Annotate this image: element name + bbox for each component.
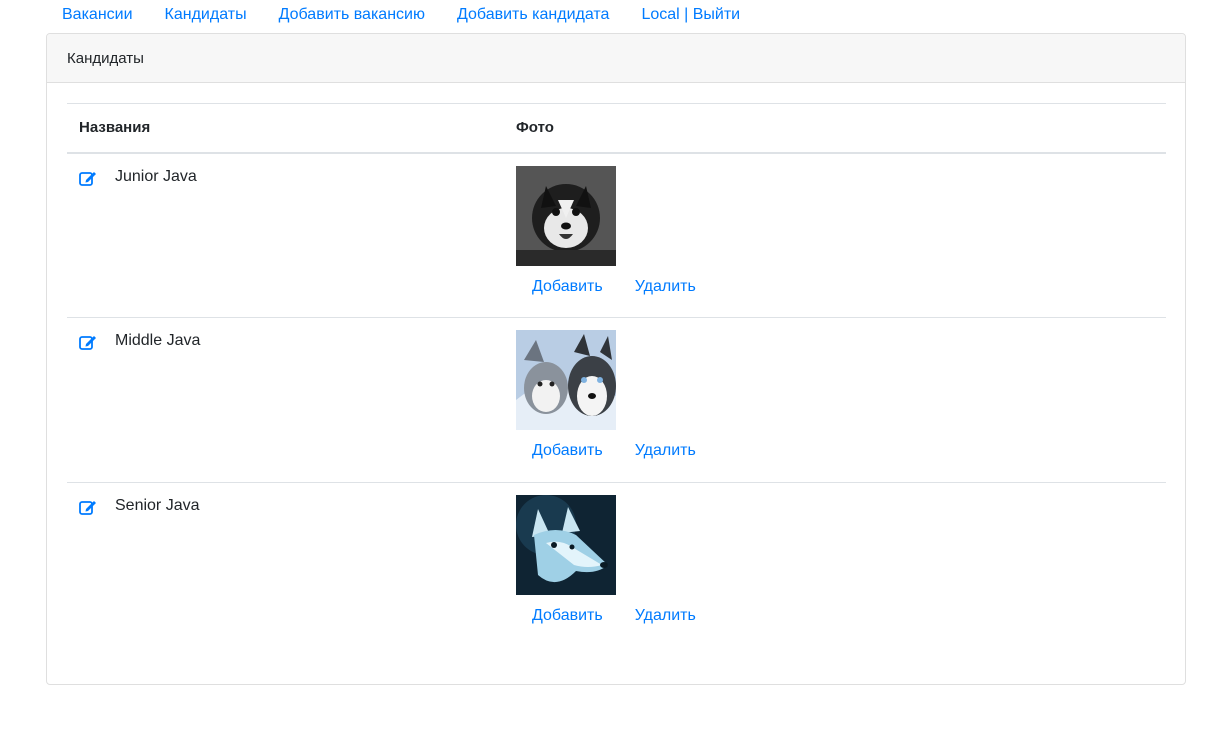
edit-icon[interactable] bbox=[79, 499, 97, 515]
card-title: Кандидаты bbox=[67, 49, 144, 67]
candidates-card: Кандидаты Названия Фото Junior Java Доба… bbox=[46, 33, 1186, 685]
header-name: Названия bbox=[67, 103, 504, 154]
nav-candidates-link[interactable]: Кандидаты bbox=[149, 1, 263, 29]
table-row: Middle Java Добавить Удалить bbox=[67, 317, 1166, 483]
edit-icon[interactable] bbox=[79, 334, 97, 350]
delete-photo-link[interactable]: Удалить bbox=[635, 605, 696, 627]
table-row: Junior Java Добавить Удалить bbox=[67, 152, 1166, 318]
nav-add-vacancy-link[interactable]: Добавить вакансию bbox=[263, 1, 441, 29]
nav-add-candidate-link[interactable]: Добавить кандидата bbox=[441, 1, 625, 29]
nav-logout-link[interactable]: Local | Выйти bbox=[625, 1, 756, 29]
table-header-row: Названия Фото bbox=[67, 103, 1166, 154]
nav-vacancies-link[interactable]: Вакансии bbox=[46, 1, 149, 29]
two-huskies-photo bbox=[516, 330, 616, 430]
add-photo-link[interactable]: Добавить bbox=[532, 605, 603, 627]
add-photo-link[interactable]: Добавить bbox=[532, 276, 603, 298]
candidates-table: Названия Фото Junior Java Добавить Удали… bbox=[67, 103, 1166, 648]
edit-icon[interactable] bbox=[79, 170, 97, 186]
add-photo-link[interactable]: Добавить bbox=[532, 440, 603, 462]
delete-photo-link[interactable]: Удалить bbox=[635, 276, 696, 298]
table-row: Senior Java Добавить Удалить bbox=[67, 483, 1166, 648]
card-body: Названия Фото Junior Java Добавить Удали… bbox=[47, 83, 1185, 668]
candidate-name: Senior Java bbox=[115, 497, 200, 514]
blue-wolf-photo bbox=[516, 495, 616, 595]
candidate-name: Middle Java bbox=[115, 332, 201, 349]
delete-photo-link[interactable]: Удалить bbox=[635, 440, 696, 462]
candidate-name: Junior Java bbox=[115, 167, 197, 185]
top-navigation: Вакансии Кандидаты Добавить вакансию Доб… bbox=[46, 0, 756, 30]
husky-puppy-photo bbox=[516, 165, 616, 266]
header-photo: Фото bbox=[504, 103, 1166, 154]
card-header: Кандидаты bbox=[47, 34, 1185, 83]
